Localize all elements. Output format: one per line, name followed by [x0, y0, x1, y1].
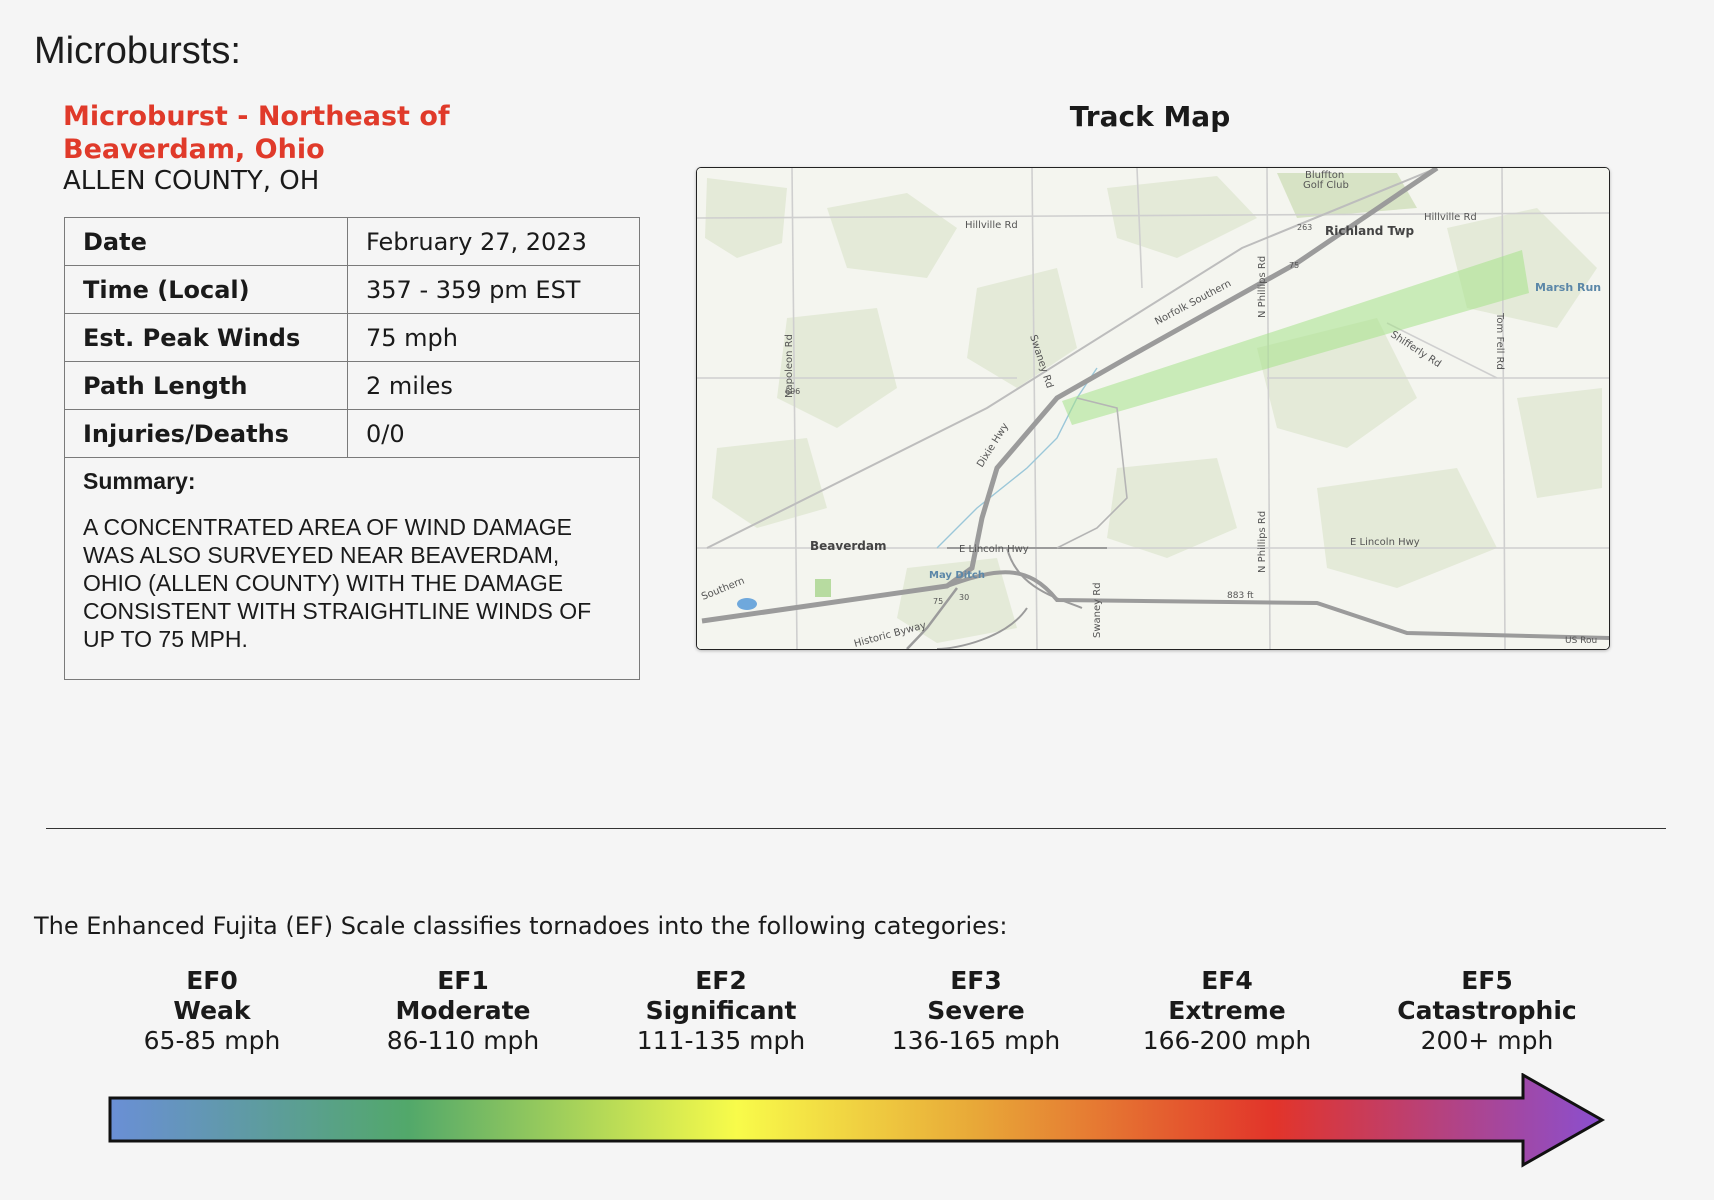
- summary-cell: Summary: A CONCENTRATED AREA OF WIND DAM…: [64, 457, 640, 680]
- map-label-may-ditch: May Ditch: [929, 570, 985, 581]
- park: [815, 579, 831, 597]
- table-row: Est. Peak Winds 75 mph: [64, 313, 640, 362]
- map-label-golf-club-2: Golf Club: [1303, 180, 1349, 191]
- map-label-e-lincoln-hwy-east: E Lincoln Hwy: [1350, 537, 1420, 548]
- map-label-route-75-south: 75: [933, 597, 943, 606]
- map-label-route-30: 30: [959, 593, 969, 602]
- map-label-route-263: 263: [1297, 223, 1312, 232]
- ef4-category: EF4 Extreme 166-200 mph: [1107, 966, 1347, 1056]
- peak-winds-value: 75 mph: [347, 313, 640, 362]
- date-value: February 27, 2023: [347, 217, 640, 266]
- map-label-route-75-north: 75: [1289, 261, 1299, 270]
- map-label-us-route: US Rou: [1565, 636, 1597, 646]
- ef1-speed: 86-110 mph: [386, 1026, 540, 1055]
- track-map-title: Track Map: [1069, 100, 1231, 133]
- event-name: Microburst - Northeast of Beaverdam, Ohi…: [63, 101, 450, 165]
- map-label-hillville-rd-east: Hillville Rd: [1424, 212, 1477, 223]
- table-row: Injuries/Deaths 0/0: [64, 409, 640, 458]
- map-label-marsh-run: Marsh Run: [1535, 281, 1601, 294]
- map-label-n-phillips-rd-south: N Phillips Rd: [1257, 511, 1268, 573]
- summary-label: Summary:: [83, 468, 196, 494]
- ef5-description: Catastrophic: [1397, 996, 1577, 1025]
- ef1-description: Moderate: [395, 996, 531, 1025]
- summary-row: Summary: A CONCENTRATED AREA OF WIND DAM…: [64, 457, 640, 680]
- ef2-category: EF2 Significant 111-135 mph: [601, 966, 841, 1056]
- summary-text: A CONCENTRATED AREA OF WIND DAMAGE WAS A…: [83, 514, 592, 652]
- section-divider: [46, 828, 1666, 829]
- ef0-category: EF0 Weak 65-85 mph: [92, 966, 332, 1056]
- ef-gradient-bar: [108, 1073, 1606, 1168]
- table-row: Time (Local) 357 - 359 pm EST: [64, 265, 640, 314]
- ef0-label: EF0: [186, 966, 238, 995]
- ef5-speed: 200+ mph: [1420, 1026, 1554, 1055]
- ef2-description: Significant: [645, 996, 797, 1025]
- section-title: Microbursts:: [34, 30, 241, 72]
- map-label-beaverdam: Beaverdam: [810, 539, 886, 553]
- event-county: ALLEN COUNTY, OH: [63, 166, 320, 196]
- peak-winds-label: Est. Peak Winds: [64, 313, 348, 362]
- ef3-category: EF3 Severe 136-165 mph: [856, 966, 1096, 1056]
- map-label-swaney-rd-south: Swaney Rd: [1092, 582, 1103, 638]
- time-value: 357 - 359 pm EST: [347, 265, 640, 314]
- time-label: Time (Local): [64, 265, 348, 314]
- ef5-category: EF5 Catastrophic 200+ mph: [1367, 966, 1607, 1056]
- injuries-deaths-label: Injuries/Deaths: [64, 409, 348, 458]
- table-row: Date February 27, 2023: [64, 217, 640, 266]
- map-label-hillville-rd-west: Hillville Rd: [965, 220, 1018, 231]
- ef4-label: EF4: [1201, 966, 1253, 995]
- ef2-speed: 111-135 mph: [636, 1026, 806, 1055]
- ef3-label: EF3: [950, 966, 1002, 995]
- track-map-image: Bluffton Golf Club Hillville Rd Hillvill…: [697, 168, 1609, 649]
- track-map[interactable]: Bluffton Golf Club Hillville Rd Hillvill…: [696, 167, 1610, 650]
- injuries-deaths-value: 0/0: [347, 409, 640, 458]
- ef0-description: Weak: [173, 996, 251, 1025]
- map-label-n-phillips-rd-north: N Phillips Rd: [1257, 256, 1268, 318]
- map-label-tom-fell-rd: Tom Fell Rd: [1494, 312, 1505, 370]
- date-label: Date: [64, 217, 348, 266]
- map-label-route-696: 696: [785, 387, 800, 396]
- ef0-speed: 65-85 mph: [143, 1026, 281, 1055]
- ef5-label: EF5: [1461, 966, 1513, 995]
- map-label-richland-twp: Richland Twp: [1325, 224, 1414, 238]
- ef1-label: EF1: [437, 966, 489, 995]
- ef-scale-intro: The Enhanced Fujita (EF) Scale classifie…: [34, 912, 1008, 940]
- path-length-label: Path Length: [64, 361, 348, 410]
- ef4-speed: 166-200 mph: [1142, 1026, 1312, 1055]
- ef3-speed: 136-165 mph: [891, 1026, 1061, 1055]
- map-label-elevation: 883 ft: [1227, 591, 1254, 601]
- event-details-table: Date February 27, 2023 Time (Local) 357 …: [64, 217, 640, 680]
- ef1-category: EF1 Moderate 86-110 mph: [343, 966, 583, 1056]
- ef4-description: Extreme: [1168, 996, 1286, 1025]
- pond: [737, 598, 757, 610]
- path-length-value: 2 miles: [347, 361, 640, 410]
- map-label-e-lincoln-hwy-west: E Lincoln Hwy: [959, 544, 1029, 555]
- ef2-label: EF2: [695, 966, 747, 995]
- table-row: Path Length 2 miles: [64, 361, 640, 410]
- ef3-description: Severe: [927, 996, 1025, 1025]
- ef-scale-arrow: [108, 1073, 1606, 1168]
